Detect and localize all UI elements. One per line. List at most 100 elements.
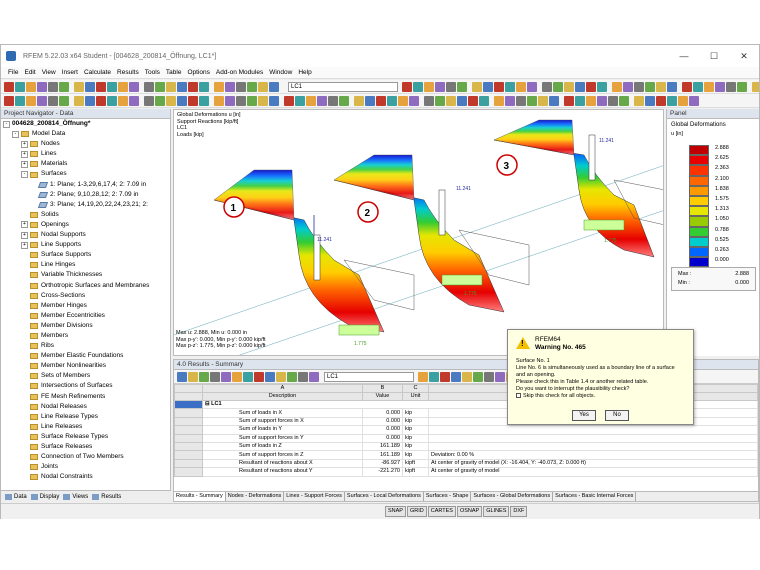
toolbar-icon[interactable]: [188, 81, 198, 92]
toolbar-icon[interactable]: [199, 95, 209, 106]
toolbar-icon[interactable]: [214, 81, 224, 92]
cell-description[interactable]: Sum of loads in Z: [202, 441, 363, 452]
results-toolbar-icon[interactable]: [177, 371, 187, 382]
results-toolbar-icon[interactable]: [309, 371, 319, 382]
toolbar-icon[interactable]: [129, 95, 139, 106]
toolbar-icon[interactable]: [494, 81, 504, 92]
toolbar-icon[interactable]: [225, 81, 235, 92]
toolbar-icon[interactable]: [85, 95, 95, 106]
expand-toggle-icon[interactable]: +: [21, 140, 28, 148]
table-row[interactable]: Sum of support forces in Y 0.000 kip: [174, 433, 758, 443]
menu-calculate[interactable]: Calculate: [84, 69, 111, 76]
toolbar-icon[interactable]: [516, 81, 526, 92]
status-toggle-cartes[interactable]: CARTES: [427, 506, 456, 517]
tree-item[interactable]: 2: Plane; 9,10,28,12; 2: 7.09 in: [3, 190, 170, 200]
table-row[interactable]: Resultant of reactions about X -86.927 kip…: [174, 458, 758, 469]
toolbar-icon[interactable]: [457, 95, 467, 106]
cell-unit[interactable]: kip: [402, 450, 429, 460]
cell-unit[interactable]: kip: [402, 408, 429, 418]
results-toolbar-icon[interactable]: [287, 371, 297, 382]
toolbar-icon[interactable]: [4, 81, 14, 92]
tree-item[interactable]: + Nodal Supports: [3, 230, 170, 240]
toolbar-icon[interactable]: [339, 95, 349, 106]
toolbar-icon[interactable]: [752, 81, 759, 92]
toolbar-icon[interactable]: [597, 95, 607, 106]
toolbar-icon[interactable]: [527, 95, 537, 106]
expand-toggle-icon[interactable]: +: [21, 221, 28, 229]
tree-item[interactable]: Line Release Types: [3, 412, 170, 422]
menu-addon-modules[interactable]: Add-on Modules: [216, 69, 263, 76]
toolbar-icon[interactable]: [269, 81, 279, 92]
toolbar-icon[interactable]: [258, 81, 268, 92]
results-tab[interactable]: Surfaces - Global Deformations: [471, 492, 554, 501]
toolbar-icon[interactable]: [236, 81, 246, 92]
toolbar-icon[interactable]: [177, 81, 187, 92]
toolbar-icon[interactable]: [564, 95, 574, 106]
cell-description[interactable]: Sum of support forces in Z: [202, 450, 363, 460]
skip-checkbox[interactable]: Skip this check for all objects.: [516, 393, 691, 400]
tree-item[interactable]: Nodal Constraints: [3, 472, 170, 482]
toolbar-icon[interactable]: [634, 95, 644, 106]
menu-edit[interactable]: Edit: [24, 69, 35, 76]
tree-item[interactable]: Line Releases: [3, 422, 170, 432]
toolbar-icon[interactable]: [26, 81, 36, 92]
toolbar-icon[interactable]: [494, 95, 504, 106]
close-button[interactable]: ✕: [729, 45, 759, 67]
tree-item[interactable]: FE Mesh Refinements: [3, 392, 170, 402]
results-toolbar-icon[interactable]: [484, 371, 494, 382]
toolbar-icon[interactable]: [527, 81, 537, 92]
tree-item[interactable]: Connection of Two Members: [3, 452, 170, 462]
menu-insert[interactable]: Insert: [62, 69, 78, 76]
toolbar-icon[interactable]: [409, 95, 419, 106]
tree-item[interactable]: + Openings: [3, 220, 170, 230]
cell-comment[interactable]: [428, 425, 758, 435]
tree-item[interactable]: 1: Plane; 1-3,29,6,17,4; 2: 7.09 in: [3, 180, 170, 190]
toolbar-icon[interactable]: [365, 95, 375, 106]
toolbar-icon[interactable]: [166, 81, 176, 92]
toolbar-icon[interactable]: [634, 81, 644, 92]
toolbar-icon[interactable]: [37, 81, 47, 92]
menu-results[interactable]: Results: [117, 69, 139, 76]
load-case-select[interactable]: LC1: [288, 81, 398, 92]
table-row[interactable]: Sum of support forces in Z 161.189 kip Devi…: [174, 450, 758, 460]
no-button[interactable]: No: [605, 410, 629, 421]
toolbar-icon[interactable]: [435, 81, 445, 92]
toolbar-icon[interactable]: [468, 95, 478, 106]
toolbar-icon[interactable]: [737, 81, 747, 92]
tree-item[interactable]: Variable Thicknesses: [3, 270, 170, 280]
tree-item[interactable]: - Model Data: [3, 129, 170, 139]
cell-rownum[interactable]: [174, 433, 203, 443]
toolbar-icon[interactable]: [306, 95, 316, 106]
toolbar-icon[interactable]: [74, 95, 84, 106]
toolbar-icon[interactable]: [667, 95, 677, 106]
results-toolbar-icon[interactable]: [495, 371, 505, 382]
toolbar-icon[interactable]: [667, 81, 677, 92]
toolbar-icon[interactable]: [424, 95, 434, 106]
col-a-letter[interactable]: A: [202, 384, 363, 393]
toolbar-icon[interactable]: [575, 81, 585, 92]
cell-value[interactable]: 161.189: [362, 450, 403, 460]
toolbar-icon[interactable]: [258, 95, 268, 106]
toolbar-icon[interactable]: [118, 81, 128, 92]
toolbar-icon[interactable]: [214, 95, 224, 106]
menu-table[interactable]: Table: [166, 69, 182, 76]
expand-toggle-icon[interactable]: -: [12, 130, 19, 138]
toolbar-icon[interactable]: [15, 95, 25, 106]
cell-description[interactable]: Sum of loads in Y: [202, 425, 363, 435]
cell-comment[interactable]: At center of gravity of model (X: -16.40…: [428, 458, 758, 469]
tree-item[interactable]: Member Hinges: [3, 301, 170, 311]
cell-unit[interactable]: kipft: [402, 458, 429, 469]
results-toolbar-icon[interactable]: [210, 371, 220, 382]
toolbar-icon[interactable]: [96, 95, 106, 106]
cell-description[interactable]: Resultant of reactions about Y: [202, 467, 363, 477]
toolbar-icon[interactable]: [608, 95, 618, 106]
menu-file[interactable]: File: [8, 69, 18, 76]
results-tab[interactable]: Surfaces - Local Deformations: [345, 492, 424, 501]
toolbar-icon[interactable]: [48, 95, 58, 106]
toolbar-icon[interactable]: [48, 81, 58, 92]
toolbar-icon[interactable]: [656, 95, 666, 106]
toolbar-icon[interactable]: [505, 95, 515, 106]
minimize-button[interactable]: —: [669, 45, 699, 67]
toolbar-icon[interactable]: [553, 81, 563, 92]
expand-toggle-icon[interactable]: +: [21, 231, 28, 239]
